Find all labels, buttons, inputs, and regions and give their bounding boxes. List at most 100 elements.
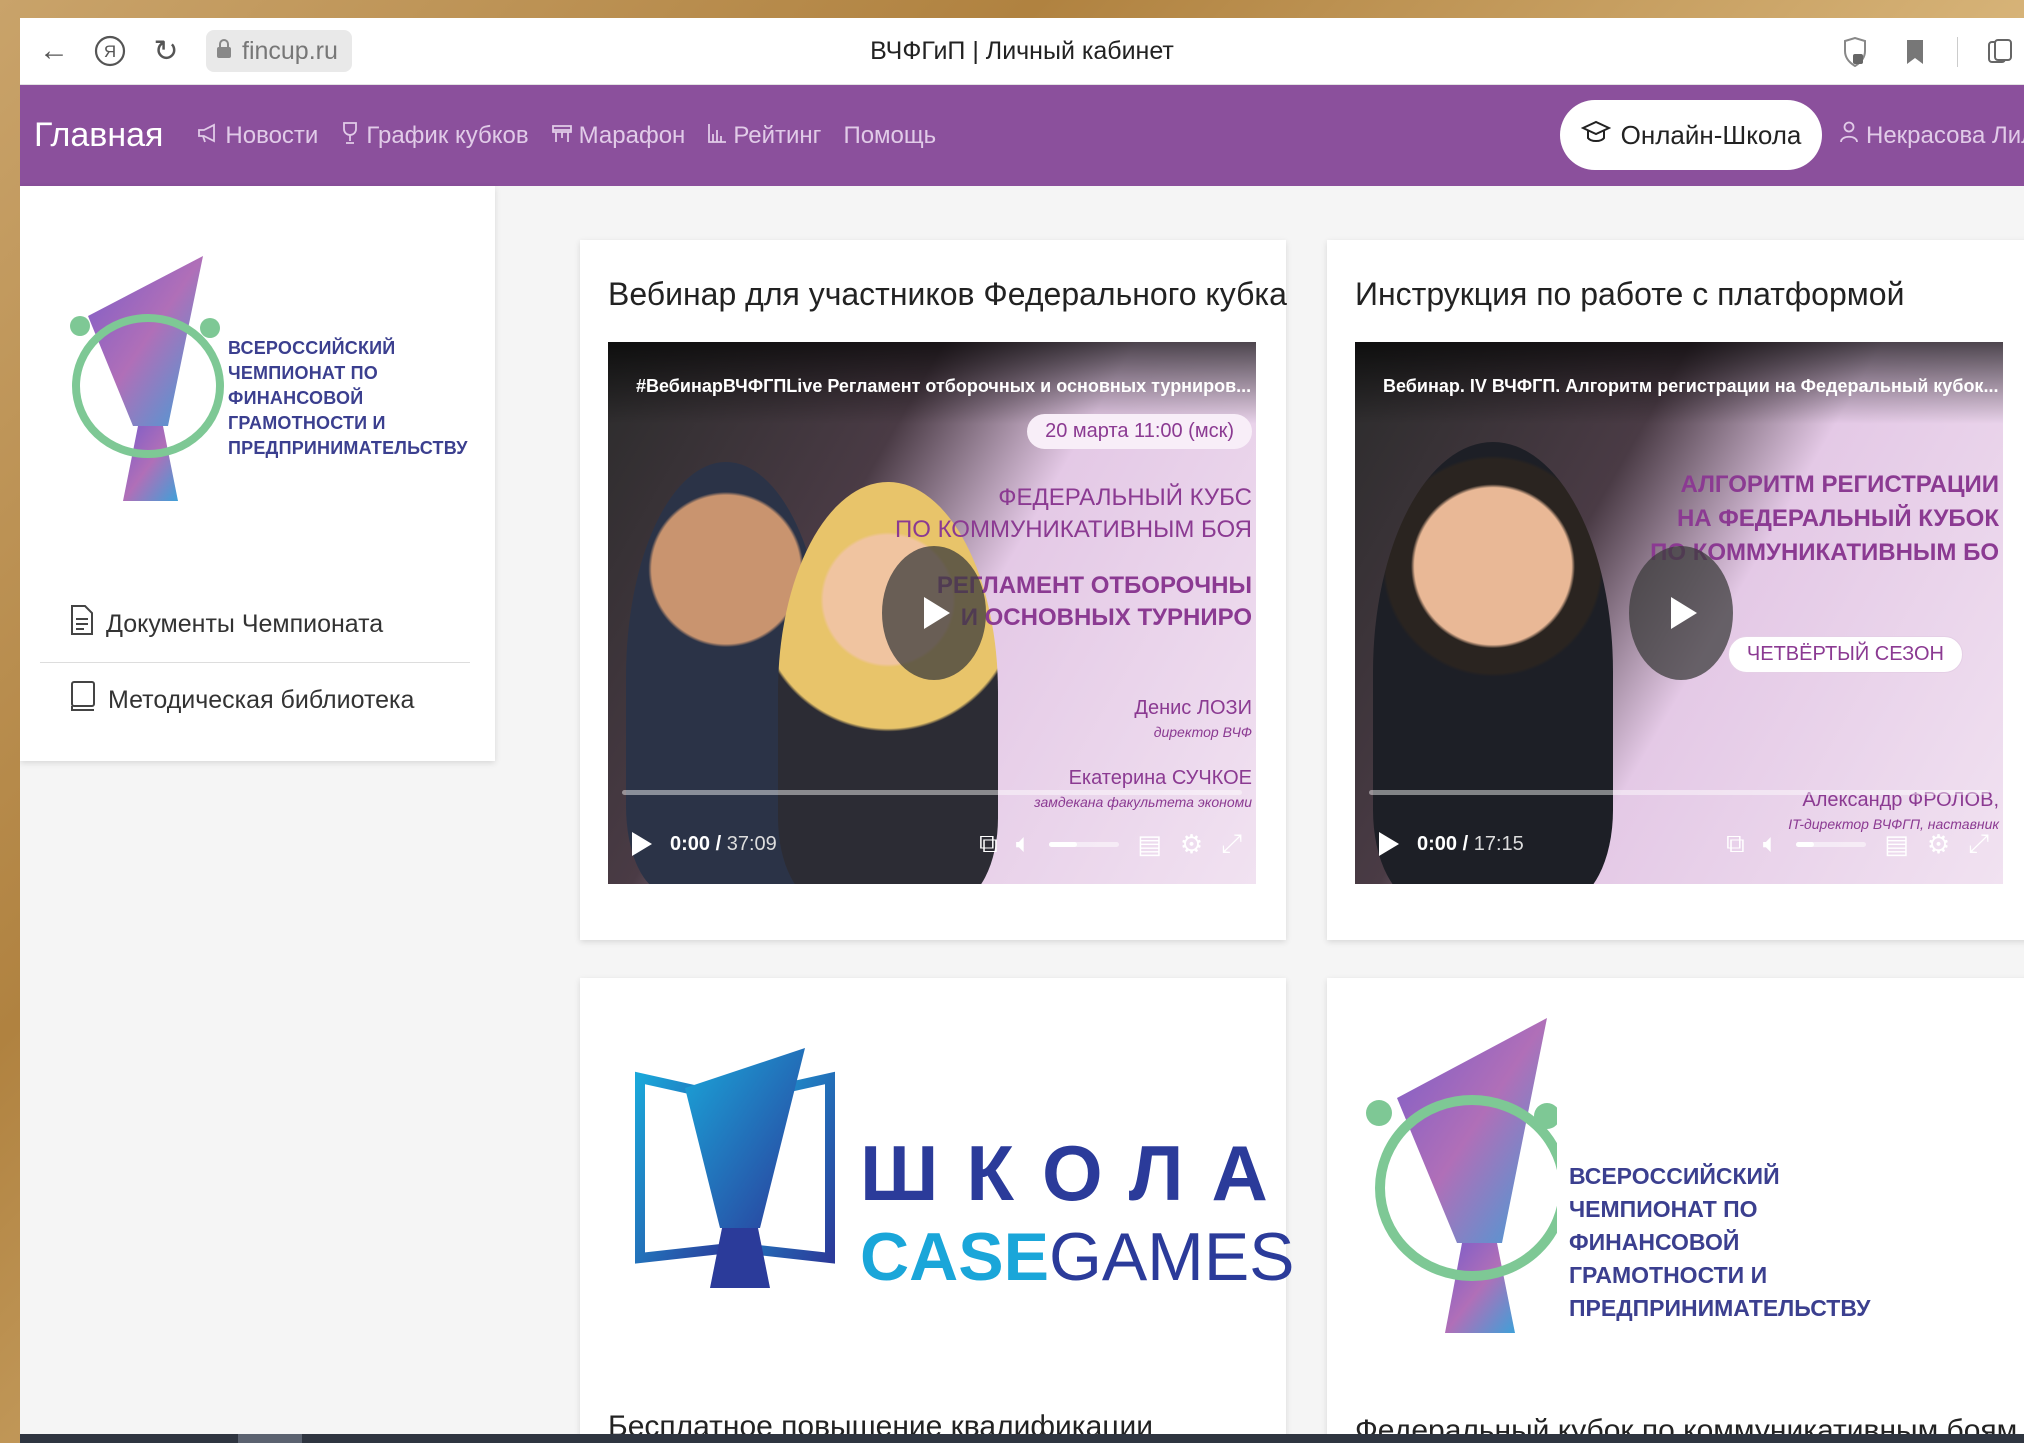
nav-home-link[interactable]: Главная <box>34 116 163 155</box>
volume-icon[interactable]: 🔈︎ <box>1016 828 1032 860</box>
video-time: 0:00 / 17:15 <box>1417 832 1524 855</box>
speaker-name: Екатерина СУЧКОЕ <box>1068 767 1252 789</box>
time-total: 17:15 <box>1473 832 1524 855</box>
play-button[interactable] <box>882 546 986 680</box>
protect-shield-icon[interactable] <box>1837 30 1873 74</box>
championship-logo: ВСЕРОССИЙСКИЙ ЧЕМПИОНАТ ПО ФИНАНСОВОЙ ГР… <box>1357 1018 1877 1338</box>
video-title[interactable]: Вебинар. IV ВЧФГП. Алгоритм регистрации … <box>1383 376 1998 397</box>
nav-item-cup-schedule[interactable]: График кубков <box>340 121 529 151</box>
nav-item-label: Новости <box>225 121 319 149</box>
games-part: GAMES <box>1048 1219 1295 1295</box>
volume-level-fill <box>1049 841 1078 847</box>
autoplay-icon[interactable]: ⧉ <box>979 828 998 860</box>
sidebar-item-label: Документы Чемпионата <box>106 609 384 638</box>
graduation-cap-icon <box>1580 119 1611 152</box>
time-current: 0:00 <box>1417 832 1458 855</box>
volume-icon[interactable]: 🔈︎ <box>1763 828 1779 860</box>
trophy-icon <box>340 121 360 151</box>
autoplay-icon[interactable]: ⧉ <box>1726 828 1745 860</box>
logo-caption: ВСЕРОССИЙСКИЙ ЧЕМПИОНАТ ПО ФИНАНСОВОЙ ГР… <box>1569 1163 1871 1321</box>
play-icon <box>1671 597 1697 629</box>
video-progress-bar[interactable] <box>622 790 1242 795</box>
school-casegames-logo: ШКОЛА CASEGAMES <box>630 1038 1295 1298</box>
nav-item-marathon[interactable]: Марафон <box>551 121 686 150</box>
video-headline-line: НА ФЕДЕРАЛЬНЫЙ КУБОК <box>1676 505 1999 532</box>
podium-icon <box>551 122 573 150</box>
video-controls: 0:00 / 37:09 ⧉ 🔈︎ ▤ ⚙ ⤢ <box>608 804 1256 884</box>
speaker-role: директор ВЧФ <box>1153 724 1252 740</box>
bar-chart-icon <box>707 122 727 150</box>
sidebar-menu: Документы Чемпионата Методическая библио… <box>40 586 470 738</box>
logo-caption: ВСЕРОССИЙСКИЙ ЧЕМПИОНАТ ПО ФИНАНСОВОЙ ГР… <box>228 338 468 458</box>
video-headline-line: АЛГОРИТМ РЕГИСТРАЦИИ <box>1680 471 1999 498</box>
bookmark-icon[interactable] <box>1897 30 1933 74</box>
webinar-card: Вебинар для участников Федерального кубк… <box>580 240 1287 940</box>
user-icon <box>1840 121 1858 150</box>
settings-gear-icon[interactable]: ⚙ <box>1927 829 1950 860</box>
video-headline-line: ПО КОММУНИКАТИВНЫМ БОЯ <box>895 516 1252 543</box>
video-headline-line: ФЕДЕРАЛЬНЫЙ КУБС <box>998 484 1252 511</box>
video-controls: 0:00 / 17:15 ⧉ 🔈︎ ▤ ⚙ ⤢ <box>1355 804 2003 884</box>
video-progress-bar[interactable] <box>1369 790 1989 795</box>
document-icon <box>70 605 94 643</box>
fullscreen-icon[interactable]: ⤢ <box>1968 828 1989 860</box>
time-total: 37:09 <box>726 832 777 855</box>
browser-actions <box>1837 18 2024 85</box>
play-small-icon[interactable] <box>632 832 652 856</box>
online-school-button[interactable]: Онлайн-Школа <box>1560 100 1822 170</box>
video-player[interactable]: #ВебинарВЧФГПLive Регламент отборочных и… <box>608 342 1256 884</box>
lock-icon <box>216 37 232 66</box>
video-headline: ФЕДЕРАЛЬНЫЙ КУБС ПО КОММУНИКАТИВНЫМ БОЯ <box>895 482 1252 546</box>
yandex-icon[interactable]: Я <box>88 29 132 73</box>
taskbar-active-app[interactable] <box>238 1434 302 1443</box>
svg-text:Я: Я <box>104 42 116 61</box>
championship-logo: ВСЕРОССИЙСКИЙ ЧЕМПИОНАТ ПО ФИНАНСОВОЙ ГР… <box>58 256 478 506</box>
extensions-icon[interactable] <box>1982 30 2018 74</box>
sidebar-card: ВСЕРОССИЙСКИЙ ЧЕМПИОНАТ ПО ФИНАНСОВОЙ ГР… <box>20 186 495 761</box>
video-speaker-credit: Денис ЛОЗИ директор ВЧФ <box>1134 696 1252 744</box>
nav-item-label: Рейтинг <box>733 121 822 149</box>
video-title[interactable]: #ВебинарВЧФГПLive Регламент отборочных и… <box>636 376 1251 397</box>
sidebar-item-label: Методическая библиотека <box>108 686 415 714</box>
online-school-label: Онлайн-Школа <box>1620 119 1802 150</box>
nav-item-rating[interactable]: Рейтинг <box>707 122 821 150</box>
megaphone-icon <box>197 122 219 150</box>
back-arrow-icon[interactable]: ← <box>32 29 76 73</box>
nav-item-news[interactable]: Новости <box>197 122 318 150</box>
volume-slider[interactable] <box>1796 841 1867 847</box>
video-date-pill: 20 марта 11:00 (мск) <box>1027 414 1252 449</box>
play-small-icon[interactable] <box>1379 832 1399 856</box>
video-player[interactable]: Вебинар. IV ВЧФГП. Алгоритм регистрации … <box>1355 342 2003 884</box>
speaker-name: Денис ЛОЗИ <box>1134 697 1252 719</box>
url-text: fincup.ru <box>242 36 338 65</box>
fullscreen-icon[interactable]: ⤢ <box>1221 828 1242 860</box>
nav-item-label: Марафон <box>578 121 686 149</box>
sidebar-item-documents[interactable]: Документы Чемпионата <box>40 586 470 662</box>
address-bar[interactable]: fincup.ru <box>206 30 352 72</box>
volume-slider[interactable] <box>1049 841 1120 847</box>
video-season-pill: ЧЕТВЁРТЫЙ СЕЗОН <box>1727 636 1963 673</box>
browser-window: ← Я ↻ fincup.ru ВЧФГиП | Личный кабинет <box>20 18 2024 1443</box>
reload-icon[interactable]: ↻ <box>144 29 188 73</box>
user-profile-link[interactable]: Некрасова Лилия <box>1840 85 2024 186</box>
nav-item-label: Помощь <box>843 121 937 149</box>
user-name: Некрасова Лилия <box>1866 121 2024 149</box>
card-title: Вебинар для участников Федерального кубк… <box>608 276 1287 312</box>
federal-cup-card[interactable]: ВСЕРОССИЙСКИЙ ЧЕМПИОНАТ ПО ФИНАНСОВОЙ ГР… <box>1327 978 2024 1443</box>
play-button[interactable] <box>1629 546 1733 680</box>
subtitles-icon[interactable]: ▤ <box>1884 829 1909 860</box>
book-icon <box>70 680 96 721</box>
volume-level-fill <box>1796 841 1814 847</box>
nav-item-label: График кубков <box>366 121 529 149</box>
subtitles-icon[interactable]: ▤ <box>1137 829 1162 860</box>
play-icon <box>924 597 950 629</box>
settings-gear-icon[interactable]: ⚙ <box>1180 829 1203 860</box>
video-time: 0:00 / 37:09 <box>670 832 777 855</box>
browser-toolbar: ← Я ↻ fincup.ru ВЧФГиП | Личный кабинет <box>20 18 2024 85</box>
nav-item-help[interactable]: Помощь <box>843 122 936 150</box>
school-casegames-card[interactable]: ШКОЛА CASEGAMES Бесплатное повышение ква… <box>580 978 1295 1443</box>
sidebar-item-library[interactable]: Методическая библиотека <box>40 662 470 738</box>
case-part: CASE <box>860 1219 1049 1295</box>
os-taskbar <box>20 1434 2024 1443</box>
casegames-word: CASEGAMES <box>860 1218 1295 1296</box>
